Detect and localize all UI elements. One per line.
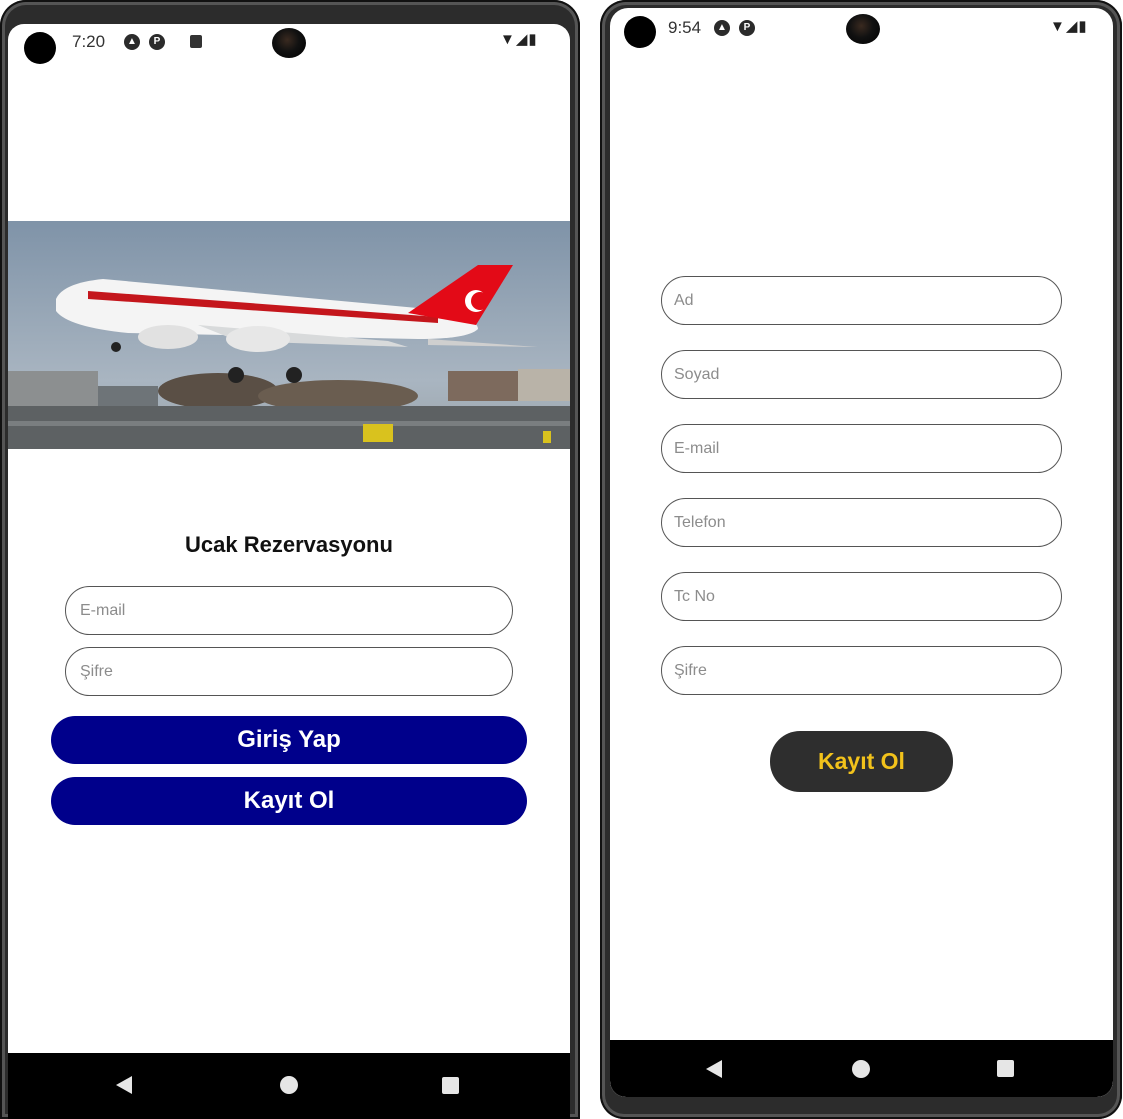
status-time: 9:54 (668, 18, 702, 37)
camera-icon (24, 32, 56, 64)
recent-apps-icon[interactable] (442, 1077, 459, 1094)
register-button[interactable]: Kayıt Ol (51, 777, 527, 825)
camera-icon (624, 16, 656, 48)
p-icon: P (149, 34, 165, 50)
a-icon: ▲ (714, 20, 730, 36)
tc-no-field[interactable] (661, 572, 1062, 621)
home-icon[interactable] (852, 1060, 870, 1078)
airplane-image (8, 221, 570, 449)
a-icon: ▲ (124, 34, 140, 50)
recent-apps-icon[interactable] (997, 1060, 1014, 1077)
password-field[interactable] (661, 646, 1062, 695)
last-name-field[interactable] (661, 350, 1062, 399)
front-camera-icon (272, 28, 306, 58)
first-name-field[interactable] (661, 276, 1062, 325)
back-icon[interactable] (116, 1076, 132, 1094)
status-bar: 9:54 ▲ P ▼◢▮ (610, 8, 1113, 52)
phone-frame-register: 9:54 ▲ P ▼◢▮ Kayıt Ol (600, 0, 1122, 1119)
login-button[interactable]: Giriş Yap (51, 716, 527, 764)
phone-frame-login: 7:20 ▲ P ▼◢▮ Ucak Rezervasyonu E-mail Şi… (0, 0, 580, 1119)
password-input[interactable] (65, 647, 513, 696)
email-field[interactable] (661, 424, 1062, 473)
status-bar: 7:20 ▲ P ▼◢▮ (8, 24, 570, 68)
front-camera-icon (846, 14, 880, 44)
email-input[interactable] (65, 586, 513, 635)
navigation-bar (8, 1053, 570, 1119)
register-submit-button[interactable]: Kayıt Ol (770, 731, 953, 792)
home-icon[interactable] (280, 1076, 298, 1094)
sd-card-icon (190, 35, 202, 48)
navigation-bar (610, 1040, 1113, 1097)
wifi-signal-battery-icon: ▼◢▮ (500, 31, 538, 48)
wifi-signal-battery-icon: ▼◢▮ (1050, 18, 1088, 35)
airplane-photo-icon (8, 221, 570, 449)
phone-field[interactable] (661, 498, 1062, 547)
back-icon[interactable] (706, 1060, 722, 1078)
app-title: Ucak Rezervasyonu (185, 532, 393, 557)
p-icon: P (739, 20, 755, 36)
status-time: 7:20 (72, 32, 106, 51)
register-screen: 9:54 ▲ P ▼◢▮ Kayıt Ol (610, 8, 1113, 1097)
login-screen: 7:20 ▲ P ▼◢▮ Ucak Rezervasyonu E-mail Şi… (8, 24, 570, 1119)
